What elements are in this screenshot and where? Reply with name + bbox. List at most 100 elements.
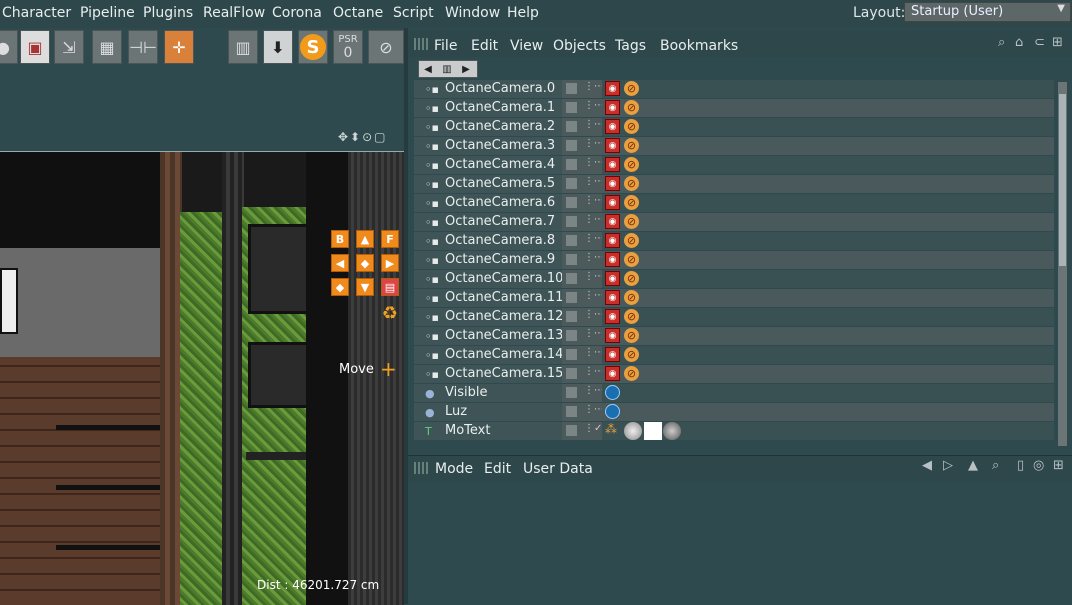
menu-plugins[interactable]: Plugins — [143, 5, 193, 21]
xyz-axis-button[interactable]: ⇲ — [54, 30, 84, 64]
object-name-cell[interactable]: ◦▪ OctaneCamera.10 — [414, 270, 563, 288]
object-row[interactable]: ● Luz ⋮⋯ — [414, 403, 1056, 422]
light-bulb-button[interactable]: ● — [0, 30, 18, 64]
octane-camera-tag-icon[interactable]: ◉ — [605, 157, 620, 172]
visibility-dots-icon[interactable]: ⋮⋯ — [584, 214, 604, 225]
octane-camera-tag-icon[interactable]: ◉ — [605, 119, 620, 134]
om-menu-view[interactable]: View — [510, 38, 543, 54]
object-row[interactable]: T MoText ⋮✓ ⁂ — [414, 422, 1056, 441]
protection-tag-icon[interactable]: ⊘ — [624, 290, 639, 305]
am-menu-user-data[interactable]: User Data — [523, 461, 593, 477]
visibility-dots-icon[interactable]: ⋮⋯ — [584, 328, 604, 339]
back-arrow-icon[interactable]: ◀ — [419, 61, 437, 77]
visibility-dots-icon[interactable]: ⋮⋯ — [584, 385, 604, 396]
object-row[interactable]: ◦▪ OctaneCamera.7 ⋮⋯ ◉ ⊘ — [414, 213, 1056, 232]
protection-tag-icon[interactable]: ⊘ — [624, 81, 639, 96]
display-tag-icon[interactable] — [605, 404, 620, 419]
octane-camera-tag-icon[interactable]: ◉ — [605, 176, 620, 191]
visibility-dots-icon[interactable]: ⋮⋯ — [584, 290, 604, 301]
visibility-dots-icon[interactable]: ⋮⋯ — [584, 366, 604, 377]
material-tag-icon[interactable] — [624, 422, 642, 440]
octane-camera-tag-icon[interactable]: ◉ — [605, 138, 620, 153]
object-row[interactable]: ◦▪ OctaneCamera.9 ⋮⋯ ◉ ⊘ — [414, 251, 1056, 270]
search-icon[interactable]: ⌕ — [992, 458, 999, 473]
nav-back-button[interactable]: B — [331, 230, 349, 248]
object-name-cell[interactable]: ◦▪ OctaneCamera.9 — [414, 251, 562, 269]
layer-swatch-icon[interactable] — [566, 216, 577, 227]
visibility-dots-icon[interactable]: ⋮⋯ — [584, 233, 604, 244]
object-row[interactable]: ◦▪ OctaneCamera.5 ⋮⋯ ◉ ⊘ — [414, 175, 1056, 194]
recycle-icon[interactable]: ♻ — [381, 303, 399, 324]
page-icon[interactable]: ▥ — [438, 61, 456, 77]
link-icon[interactable]: ⊂ — [1034, 35, 1045, 50]
nav-up-button[interactable]: ▲ — [356, 230, 374, 248]
3d-viewport[interactable]: B ▲ F ◀ ◆ ▶ ◆ ▼ ▤ ♻ Move + Dist : 46201.… — [0, 151, 404, 605]
object-name-cell[interactable]: ◦▪ OctaneCamera.8 — [414, 232, 562, 250]
grid-snap-button[interactable]: ▦ — [92, 30, 122, 64]
visibility-dots-icon[interactable]: ⋮⋯ — [584, 404, 604, 415]
menu-script[interactable]: Script — [393, 5, 434, 21]
layer-swatch-icon[interactable] — [566, 292, 577, 303]
panel-grip-icon[interactable] — [414, 38, 428, 50]
protection-tag-icon[interactable]: ⊘ — [624, 252, 639, 267]
display-tag-icon[interactable] — [605, 385, 620, 400]
new-panel-icon[interactable]: ⊞ — [1053, 458, 1064, 473]
octane-camera-tag-icon[interactable]: ◉ — [605, 81, 620, 96]
material-tag-icon[interactable] — [644, 422, 662, 440]
object-name-cell[interactable]: T MoText — [414, 422, 562, 440]
nav-cube-button[interactable]: ◆ — [356, 254, 374, 272]
object-name-cell[interactable]: ◦▪ OctaneCamera.11 — [414, 289, 563, 307]
om-menu-bookmarks[interactable]: Bookmarks — [660, 38, 738, 54]
object-name-cell[interactable]: ◦▪ OctaneCamera.0 — [414, 80, 562, 98]
menu-window[interactable]: Window — [445, 5, 500, 21]
protection-tag-icon[interactable]: ⊘ — [624, 157, 639, 172]
octane-camera-tag-icon[interactable]: ◉ — [605, 195, 620, 210]
object-row[interactable]: ◦▪ OctaneCamera.10 ⋮⋯ ◉ ⊘ — [414, 270, 1056, 289]
octane-camera-tag-icon[interactable]: ◉ — [605, 309, 620, 324]
protection-tag-icon[interactable]: ⊘ — [624, 214, 639, 229]
protection-tag-icon[interactable]: ⊘ — [624, 271, 639, 286]
object-row[interactable]: ◦▪ OctaneCamera.13 ⋮⋯ ◉ ⊘ — [414, 327, 1056, 346]
om-menu-objects[interactable]: Objects — [553, 38, 606, 54]
octane-camera-tag-icon[interactable]: ◉ — [605, 328, 620, 343]
protection-tag-icon[interactable]: ⊘ — [624, 119, 639, 134]
object-row[interactable]: ◦▪ OctaneCamera.11 ⋮⋯ ◉ ⊘ — [414, 289, 1056, 308]
visibility-dots-icon[interactable]: ⋮⋯ — [584, 138, 604, 149]
download-button[interactable]: ⬇ — [263, 30, 293, 64]
target-icon[interactable]: ◎ — [1033, 458, 1044, 473]
protection-tag-icon[interactable]: ⊘ — [624, 309, 639, 324]
protection-tag-icon[interactable]: ⊘ — [624, 347, 639, 362]
menu-help[interactable]: Help — [507, 5, 539, 21]
octane-camera-tag-icon[interactable]: ◉ — [605, 252, 620, 267]
octane-camera-tag-icon[interactable]: ◉ — [605, 271, 620, 286]
layer-swatch-icon[interactable] — [566, 387, 577, 398]
om-menu-edit[interactable]: Edit — [471, 38, 498, 54]
layer-swatch-icon[interactable] — [566, 273, 577, 284]
visibility-dots-icon[interactable]: ⋮⋯ — [584, 195, 604, 206]
object-name-cell[interactable]: ● Luz — [414, 403, 562, 421]
object-row[interactable]: ◦▪ OctaneCamera.14 ⋮⋯ ◉ ⊘ — [414, 346, 1056, 365]
am-menu-mode[interactable]: Mode — [435, 461, 473, 477]
object-name-cell[interactable]: ◦▪ OctaneCamera.3 — [414, 137, 562, 155]
layer-swatch-icon[interactable] — [566, 330, 577, 341]
psr-button[interactable]: PSR 0 — [333, 30, 363, 64]
visibility-dots-icon[interactable]: ⋮⋯ — [584, 119, 604, 130]
align-button[interactable]: ⊣⊢ — [128, 30, 158, 64]
object-name-cell[interactable]: ◦▪ OctaneCamera.4 — [414, 156, 562, 174]
search-icon[interactable]: ⌕ — [998, 35, 1005, 50]
object-row[interactable]: ◦▪ OctaneCamera.0 ⋮⋯ ◉ ⊘ — [414, 80, 1056, 99]
nav-grid-button[interactable]: ▤ — [381, 278, 399, 296]
menu-character[interactable]: Character — [2, 5, 71, 21]
nav-front-button[interactable]: F — [381, 230, 399, 248]
up-arrow-icon[interactable]: ▲ — [968, 458, 978, 473]
panel-grip-icon[interactable] — [414, 462, 428, 474]
visibility-dots-icon[interactable]: ⋮✓ — [584, 423, 602, 434]
layer-swatch-icon[interactable] — [566, 178, 577, 189]
snapping-button[interactable]: S — [298, 30, 328, 64]
object-name-cell[interactable]: ● Visible — [414, 384, 562, 402]
object-row[interactable]: ● Visible ⋮⋯ — [414, 384, 1056, 403]
nav-cube-small-button[interactable]: ◆ — [331, 278, 349, 296]
new-panel-icon[interactable]: ⊞ — [1052, 35, 1063, 50]
viewport-nav-icons[interactable]: ✥⬍⊙▢ — [338, 130, 388, 144]
object-name-cell[interactable]: ◦▪ OctaneCamera.6 — [414, 194, 562, 212]
